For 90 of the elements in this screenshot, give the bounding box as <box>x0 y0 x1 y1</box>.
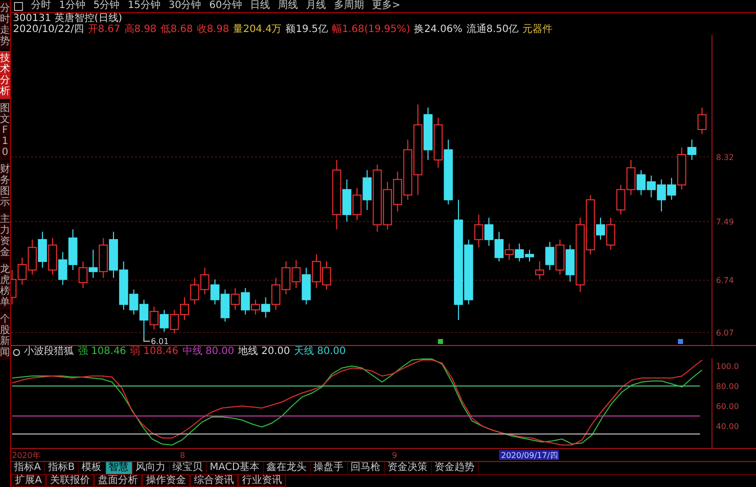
indicator-legend-value: 中线 80.00 <box>182 347 234 357</box>
month-label: 9 <box>392 451 398 460</box>
period-tab[interactable]: 30分钟 <box>168 1 202 11</box>
indicator-axis-label: 100.0 <box>716 362 739 371</box>
extension-tab[interactable]: 综合资讯 <box>190 475 238 487</box>
period-tab[interactable]: 5分钟 <box>93 1 120 11</box>
indicator-tab[interactable]: 指标A <box>11 462 45 474</box>
extension-tab[interactable]: 关联报价 <box>46 475 94 487</box>
period-tab[interactable]: 更多> <box>372 1 400 11</box>
indicator-tab[interactable]: 操盘手 <box>310 462 348 474</box>
year-label: 2020年 <box>12 451 40 460</box>
candlestick <box>535 260 544 280</box>
candlestick <box>362 170 372 210</box>
signal-marker-icon <box>438 339 443 344</box>
price-axis-label: 6.07 <box>716 328 734 338</box>
quote-value: 量204.4万 <box>233 24 282 35</box>
price-axis-label: 6.74 <box>716 276 734 286</box>
candlestick <box>596 217 606 240</box>
period-tab[interactable]: 60分钟 <box>209 1 242 11</box>
indicator-name: 小波段猎狐 <box>24 347 74 357</box>
quote-value: 低8.68 <box>160 24 193 35</box>
price-axis-label: 8.32 <box>716 152 734 162</box>
period-tab[interactable]: 周线 <box>278 1 298 11</box>
candlestick <box>698 107 706 135</box>
candlestick <box>474 214 484 248</box>
side-tab[interactable]: 个股新闻 <box>0 312 10 360</box>
side-tab[interactable]: 分时走势 <box>0 1 10 49</box>
indicator-tab[interactable]: 资金趋势 <box>432 462 479 474</box>
indicator-tab[interactable]: 鑫在龙头 <box>264 462 311 474</box>
quote-value: 幅1.68(19.95%) <box>332 24 410 35</box>
extension-tab[interactable]: 盘面分析 <box>94 475 142 487</box>
side-tab[interactable]: 龙虎榜单 <box>0 262 10 310</box>
indicator-legend-value: 天线 80.00 <box>294 347 346 357</box>
candlestick <box>687 139 696 160</box>
candlestick <box>251 299 260 316</box>
candlestick <box>545 241 554 271</box>
period-tab[interactable]: 分时 <box>31 1 51 11</box>
quote-value: 2020/10/22/四 <box>13 24 84 35</box>
indicator-axis-label: 80.00 <box>716 382 739 391</box>
candlestick <box>606 217 616 250</box>
indicator-tab[interactable]: 回马枪 <box>348 462 385 474</box>
indicator-tab[interactable]: 资金决策 <box>384 462 432 474</box>
candlestick <box>504 242 514 260</box>
quote-value: 开8.67 <box>88 24 120 35</box>
checkbox-icon[interactable] <box>14 2 23 10</box>
quote-value: 元器件 <box>522 24 553 35</box>
indicator-legend-value: 强 108.46 <box>78 347 126 357</box>
extension-tab[interactable]: 行业资讯 <box>238 475 286 487</box>
settings-icon[interactable] <box>13 348 20 356</box>
period-tab[interactable]: 日线 <box>250 1 270 11</box>
period-tab[interactable]: 1分钟 <box>59 1 86 11</box>
extension-tab[interactable]: 扩展A <box>11 475 46 487</box>
period-tab[interactable]: 多周期 <box>334 1 364 11</box>
quote-value: 额19.5亿 <box>286 24 328 35</box>
indicator-tab[interactable]: 绿宝贝 <box>170 462 207 474</box>
price-axis-label: 7.49 <box>716 218 734 227</box>
indicator-tab[interactable]: 风向力 <box>132 462 170 474</box>
signal-marker-icon <box>678 339 683 344</box>
indicator-tab[interactable]: 指标B <box>44 462 79 474</box>
quote-value: 收8.98 <box>196 24 230 35</box>
cursor-date-label: 2020/09/17/四 <box>499 450 559 460</box>
candlestick <box>261 296 270 318</box>
period-tab[interactable]: 月线 <box>306 1 326 11</box>
candlestick <box>352 188 362 221</box>
side-tab[interactable]: 主力资金 <box>0 212 10 260</box>
indicator-legend-value: 弱 108.46 <box>130 347 178 357</box>
side-tab[interactable]: 财务图示 <box>0 162 10 210</box>
candlestick <box>230 287 240 310</box>
indicator-axis-label: 60.00 <box>716 402 739 411</box>
leader-line <box>143 336 150 342</box>
side-tab[interactable]: 图文F10 <box>0 101 10 160</box>
period-tab[interactable]: 15分钟 <box>128 1 160 11</box>
low-price-label: 6.01 <box>150 337 169 345</box>
indicator-legend-value: 地线 20.00 <box>238 347 290 357</box>
quote-value: 流通8.50亿 <box>466 24 519 35</box>
quote-value: 高8.98 <box>124 24 157 35</box>
indicator-tab[interactable]: 智慧 <box>106 462 133 474</box>
candlestick <box>78 260 88 288</box>
candlestick <box>150 306 159 330</box>
indicator-axis-label: 40.00 <box>716 422 739 431</box>
quote-value: 换24.06% <box>414 24 462 35</box>
side-tab[interactable]: 技术分析 <box>0 51 10 99</box>
candlestick <box>38 231 47 268</box>
month-label: 8 <box>180 451 186 460</box>
extension-tab[interactable]: 操作资金 <box>142 475 190 487</box>
candlestick <box>88 249 98 278</box>
indicator-tab[interactable]: MACD基本 <box>206 462 264 474</box>
stock-title: 300131 英唐智控(日线) <box>13 13 122 24</box>
candlestick <box>240 287 250 316</box>
candlestick <box>160 309 169 332</box>
